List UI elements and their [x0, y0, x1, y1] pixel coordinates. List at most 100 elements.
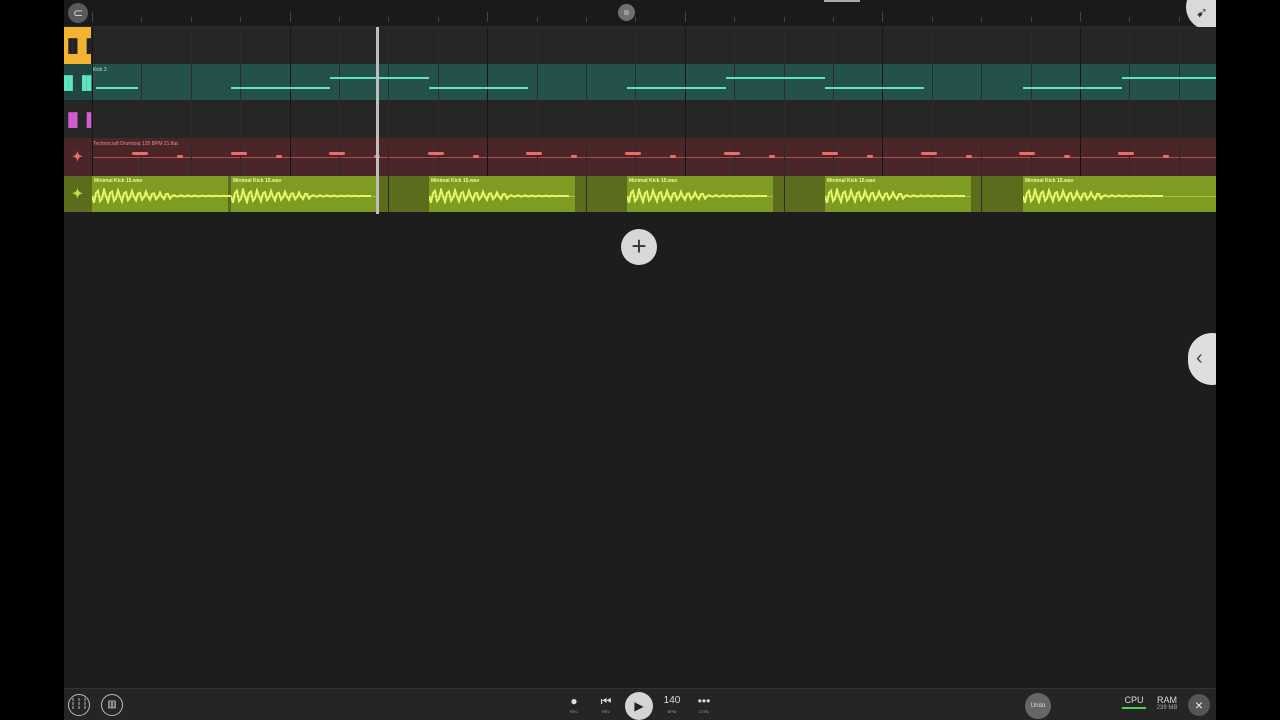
grid-line	[141, 100, 143, 138]
loop-hit	[571, 155, 578, 158]
grid-line	[487, 138, 489, 176]
loop-marker[interactable]	[618, 4, 635, 21]
loop-hit	[437, 152, 444, 155]
midi-note[interactable]	[1122, 77, 1216, 79]
waveform-baseline	[92, 157, 1216, 158]
drum-machine-icon[interactable]: ▐▌▐	[64, 27, 91, 64]
track-lane[interactable]	[92, 27, 1216, 64]
loop-hit	[240, 152, 247, 155]
grid-line	[783, 176, 785, 212]
grid-line	[586, 176, 587, 212]
grid-line	[289, 138, 291, 176]
grid-line	[734, 100, 736, 138]
midi-note[interactable]	[1023, 87, 1122, 89]
grid-line	[833, 64, 834, 100]
ctrl-button[interactable]: ••• CTRL	[692, 692, 716, 714]
waveform	[1023, 188, 1163, 204]
loop-hit	[768, 155, 775, 158]
grid-line	[92, 64, 93, 100]
midi-note[interactable]	[429, 87, 528, 89]
loop-hit	[472, 155, 479, 158]
grid-line	[141, 138, 143, 176]
audio-clip[interactable]: Minimal Kick 15.wav	[231, 176, 377, 212]
rewind-button[interactable]: ⏮ REV	[596, 692, 616, 714]
grid-line	[882, 64, 884, 100]
loop-hit	[339, 152, 346, 155]
midi-note[interactable]	[825, 87, 924, 89]
ruler-tick	[388, 17, 390, 22]
midi-note[interactable]	[726, 77, 825, 79]
midi-note[interactable]	[96, 87, 138, 89]
track-lane[interactable]	[92, 100, 1216, 138]
track-drum-machine[interactable]: ▐▌▐	[64, 27, 1216, 64]
clip-label: Minimal Kick 15.wav	[94, 178, 143, 184]
track-lane[interactable]: Minimal Kick 15.wav Minimal Kick 15.wav Mi…	[92, 176, 1216, 212]
grid-line	[437, 138, 439, 176]
audio-clip[interactable]: Minimal Kick 15.wav	[1023, 176, 1216, 212]
audio-loop-icon[interactable]: ✦	[64, 138, 91, 176]
timeline-ruler[interactable]: ⊂ ➹	[64, 0, 1216, 30]
track-lane[interactable]: Technocraft Drumloop125 BPM 21.flac	[92, 138, 1216, 176]
side-panel-toggle[interactable]: ‹	[1188, 333, 1216, 385]
ruler-tick	[1178, 17, 1180, 22]
track-audio-loop[interactable]: ✦ Technocraft Drumloop125 BPM 21.flac	[64, 138, 1216, 176]
midi-note[interactable]	[330, 77, 429, 79]
waveform-path	[1023, 188, 1163, 204]
magnet-icon[interactable]: ⊂	[68, 3, 88, 23]
keys-icon[interactable]: ▐▌▐	[64, 100, 91, 138]
grid-line	[882, 100, 884, 138]
waveform	[92, 188, 232, 204]
waveform-path	[92, 188, 232, 204]
waveform-path	[825, 188, 965, 204]
undo-button[interactable]: Undo	[1025, 693, 1051, 719]
grid-line	[388, 100, 390, 138]
mixer-icon[interactable]: ┆┆┆	[68, 694, 90, 716]
track-lane[interactable]: Kick 3	[92, 64, 1216, 100]
ram-meter: RAM 239 MB	[1156, 695, 1178, 711]
midi-note[interactable]	[627, 87, 726, 89]
synth-icon[interactable]: ▐▌▐▌	[64, 64, 96, 100]
playhead[interactable]	[376, 27, 379, 214]
grid-line	[1080, 100, 1081, 138]
waveform	[627, 188, 767, 204]
grid-line	[339, 100, 340, 138]
audio-clip[interactable]: Minimal Kick 15.wav	[429, 176, 575, 212]
ruler-tick	[437, 17, 439, 22]
record-button[interactable]: ● REC	[564, 692, 584, 714]
grid-line	[437, 27, 439, 64]
bpm-control[interactable]: 140 BPM	[660, 692, 684, 714]
pattern-browser-icon[interactable]: ▥	[101, 694, 123, 716]
audio-clip[interactable]: Minimal Kick 15.wav	[825, 176, 971, 212]
ruler-tick	[240, 17, 242, 22]
track-keys[interactable]: ▐▌▐	[64, 100, 1216, 138]
grid-line	[635, 100, 637, 138]
ruler-tick	[684, 12, 686, 22]
play-button[interactable]: ▶	[625, 692, 653, 720]
grid-line	[487, 27, 489, 64]
ruler-tick	[487, 12, 489, 22]
cursor-icon[interactable]: ➹	[1186, 0, 1216, 30]
add-track-button[interactable]: +	[621, 229, 657, 265]
grid-line	[684, 138, 686, 176]
midi-note[interactable]	[231, 87, 330, 89]
daw-window: ⊂ ➹ ▐▌▐ ▐▌▐▌ Kick 3 ▐▌▐ ✦ Technocraft Dr…	[64, 0, 1216, 720]
ruler-tick	[339, 17, 340, 22]
close-button[interactable]: ×	[1188, 694, 1210, 716]
grid-line	[734, 138, 736, 176]
grid-line	[437, 64, 439, 100]
track-audio-sample[interactable]: ✦ Minimal Kick 15.wav Minimal Kick 15.wav…	[64, 176, 1216, 212]
clip-label: Technocraft Drumloop125 BPM 21.flac	[93, 141, 179, 147]
grid-line	[734, 27, 736, 64]
grid-line	[783, 100, 785, 138]
waveform-path	[429, 188, 569, 204]
audio-clip[interactable]: Minimal Kick 15.wav	[92, 176, 232, 212]
ruler-tick	[289, 12, 291, 22]
audio-clip[interactable]: Minimal Kick 15.wav	[627, 176, 773, 212]
grid-line	[783, 64, 785, 100]
audio-sample-icon[interactable]: ✦	[64, 176, 91, 212]
grid-line	[289, 27, 291, 64]
grid-line	[635, 27, 637, 64]
waveform	[429, 188, 569, 204]
loop-hit	[275, 155, 282, 158]
track-synth[interactable]: ▐▌▐▌ Kick 3	[64, 64, 1216, 100]
